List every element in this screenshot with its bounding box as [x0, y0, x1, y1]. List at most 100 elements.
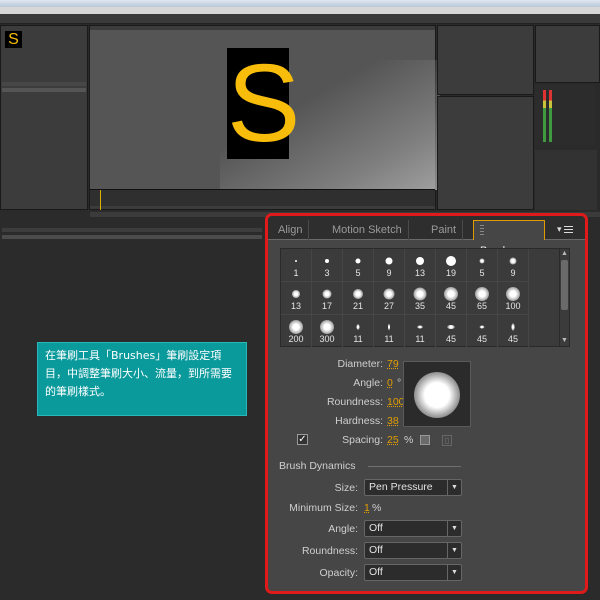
dyn-size-value: Pen Pressure [369, 481, 433, 493]
dyn-size-label: Size: [334, 482, 358, 494]
brush-tip-icon [479, 325, 485, 329]
brush-tip[interactable]: 5 [343, 249, 374, 282]
brush-tip[interactable]: 35 [405, 282, 436, 315]
tab-brushes[interactable]: Brushes× [473, 220, 545, 257]
dyn-roundness-dropdown[interactable]: Off ▼ [364, 542, 462, 559]
brush-tip[interactable]: 45 [467, 315, 498, 348]
brush-tip[interactable]: 3 [312, 249, 343, 282]
brush-tip-size: 11 [415, 334, 425, 344]
minimum-size-value[interactable]: 1 [364, 502, 370, 514]
brush-tip[interactable]: 45 [498, 315, 529, 348]
brush-tip-size: 45 [476, 334, 487, 344]
brush-tip[interactable]: 21 [343, 282, 374, 315]
brush-tip[interactable]: 13 [281, 282, 312, 315]
brush-tip-size: 9 [510, 268, 516, 278]
chevron-down-icon: ▼ [447, 565, 461, 580]
brush-tip[interactable]: 11 [374, 315, 405, 348]
brush-tip-icon [292, 290, 300, 298]
angle-label: Angle: [353, 377, 383, 389]
tab-motion-sketch[interactable]: Motion Sketch [326, 220, 409, 240]
brush-tip[interactable]: 200 [281, 315, 312, 348]
info-panel [535, 25, 600, 83]
brush-tip[interactable]: 17 [312, 282, 343, 315]
brush-tip[interactable]: 1 [281, 249, 312, 282]
brush-tip-size: 13 [290, 301, 301, 311]
viewer-controls-bar [90, 189, 435, 206]
chevron-down-icon: ▼ [447, 521, 461, 536]
dyn-angle-label: Angle: [328, 523, 358, 535]
brush-tip[interactable]: 300 [312, 315, 343, 348]
brushes-panel: Align Motion Sketch Paint Brushes× ▾ 135… [265, 213, 588, 594]
delete-brush-icon[interactable]: ▯ [442, 435, 452, 446]
brush-tip-size: 19 [445, 268, 456, 278]
panel-menu-icon[interactable]: ▾ [557, 223, 579, 235]
brush-tip-icon [509, 257, 517, 265]
brush-tip-size: 9 [386, 268, 392, 278]
brush-tip[interactable]: 9 [498, 249, 529, 282]
timeline-layer-row [2, 228, 262, 232]
scroll-up-icon[interactable]: ▲ [560, 249, 569, 259]
brush-tip[interactable]: 100 [498, 282, 529, 315]
diameter-value[interactable]: 79 [387, 358, 399, 370]
minimum-size-unit: % [372, 502, 382, 514]
dyn-opacity-dropdown[interactable]: Off ▼ [364, 564, 462, 581]
brush-tip-icon [353, 289, 363, 299]
audio-meters [535, 85, 595, 145]
dyn-roundness-label: Roundness: [301, 545, 358, 557]
brush-tip-size: 21 [352, 301, 363, 311]
brush-tip[interactable]: 5 [467, 249, 498, 282]
project-row [2, 82, 86, 86]
section-divider [368, 466, 461, 467]
brush-tip[interactable]: 11 [343, 315, 374, 348]
dyn-angle-value: Off [369, 522, 383, 534]
brush-tip-icon [289, 320, 303, 334]
tab-paint[interactable]: Paint [425, 220, 464, 240]
brush-tip[interactable]: 27 [374, 282, 405, 315]
brush-tip-icon [322, 289, 332, 299]
tools-toolbar [0, 14, 600, 24]
tab-align[interactable]: Align [272, 220, 310, 240]
scroll-thumb[interactable] [561, 260, 568, 310]
new-brush-icon[interactable] [420, 435, 430, 445]
brush-tip[interactable]: 13 [405, 249, 436, 282]
brush-tip-size: 200 [288, 334, 304, 344]
brush-tip-icon [356, 324, 360, 330]
brush-tip-icon [447, 325, 455, 329]
brush-tip[interactable]: 45 [436, 282, 467, 315]
minimum-size-label: Minimum Size: [289, 502, 358, 514]
grip-icon[interactable] [480, 225, 484, 238]
spacing-value[interactable]: 25 [387, 434, 399, 446]
dyn-angle-dropdown[interactable]: Off ▼ [364, 520, 462, 537]
scroll-down-icon[interactable]: ▼ [560, 336, 569, 346]
brush-tips-scrollbar[interactable]: ▲ ▼ [559, 248, 570, 347]
dyn-opacity-value: Off [369, 566, 383, 578]
roundness-value[interactable]: 100 [387, 396, 405, 408]
project-row [2, 88, 86, 92]
brush-tip-icon [413, 287, 427, 301]
panel-tab-bar: Align Motion Sketch Paint Brushes× ▾ [268, 216, 585, 257]
brush-tip[interactable]: 11 [405, 315, 436, 348]
brush-tip-size: 45 [445, 334, 456, 344]
hardness-label: Hardness: [335, 415, 383, 427]
chevron-down-icon: ▼ [447, 543, 461, 558]
brush-tip-size: 100 [505, 301, 521, 311]
project-thumbnail: S [5, 31, 22, 48]
brush-tip[interactable]: 19 [436, 249, 467, 282]
project-panel [0, 25, 88, 210]
brush-tip-size: 27 [383, 301, 394, 311]
brush-tip-icon [475, 287, 489, 301]
brush-tip[interactable]: 9 [374, 249, 405, 282]
effects-presets-panel [535, 150, 597, 210]
instruction-caption: 在筆刷工具「Brushes」筆刷設定項目，中調整筆刷大小、流量，到所需要的筆刷樣… [37, 342, 247, 416]
brush-tip-icon [417, 325, 423, 329]
hardness-value[interactable]: 38 [387, 415, 399, 427]
brush-tip-icon [385, 257, 393, 265]
angle-value[interactable]: 0 [387, 377, 393, 389]
brush-tip[interactable]: 65 [467, 282, 498, 315]
brush-tip-size: 35 [414, 301, 425, 311]
caption-text: 在筆刷工具「Brushes」筆刷設定項目，中調整筆刷大小、流量，到所需要的筆刷樣… [45, 349, 232, 398]
dyn-roundness-value: Off [369, 544, 383, 556]
brush-tip[interactable]: 45 [436, 315, 467, 348]
brush-tip-size: 11 [353, 334, 363, 344]
dyn-size-dropdown[interactable]: Pen Pressure ▼ [364, 479, 462, 496]
